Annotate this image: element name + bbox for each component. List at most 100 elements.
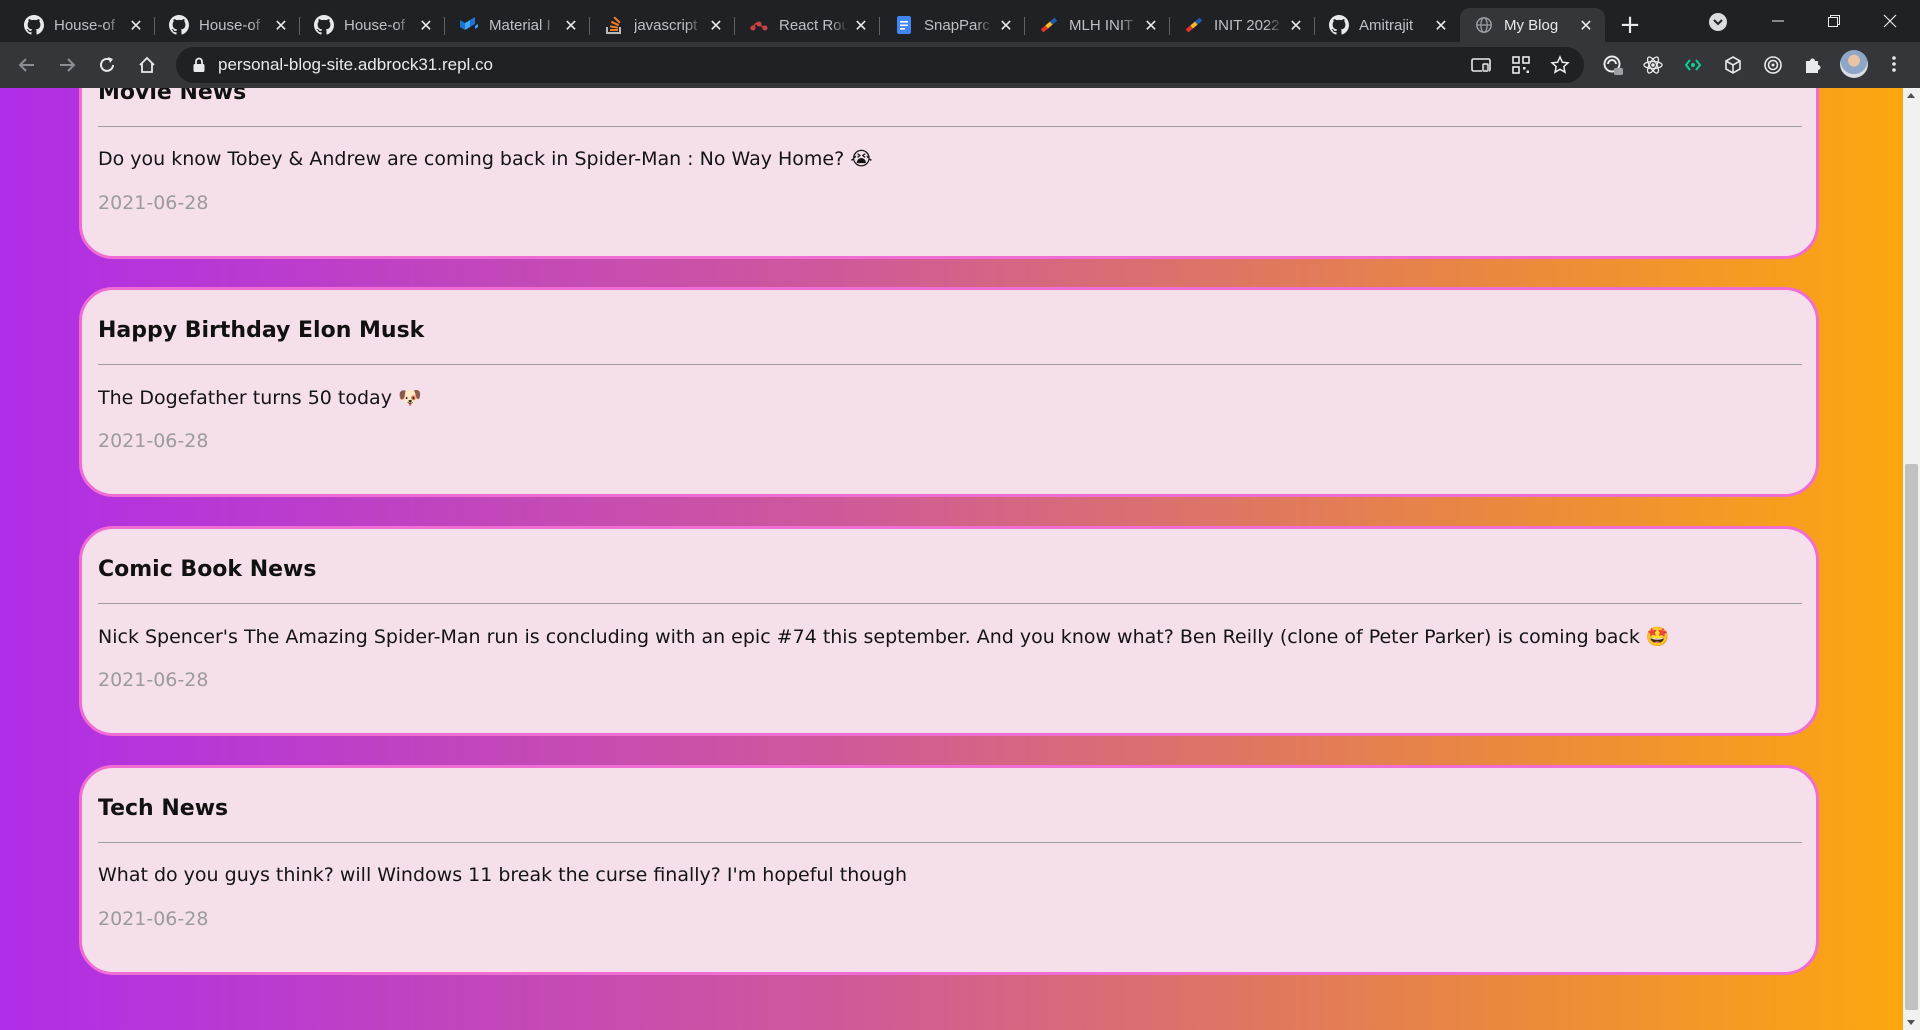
- tab-github-1[interactable]: House-of ✕: [10, 8, 155, 42]
- tab-title: Amitrajit: [1359, 16, 1414, 34]
- tab-stackoverflow[interactable]: javascript ✕: [590, 8, 735, 42]
- post-card: Movie News Do you know Tobey & Andrew ar…: [79, 88, 1819, 259]
- react-devtools-icon[interactable]: [1641, 53, 1665, 77]
- close-window-button[interactable]: [1862, 0, 1918, 42]
- bookmark-star-icon[interactable]: [1549, 54, 1571, 76]
- puzzle-icon[interactable]: [1801, 53, 1825, 77]
- browser-toolbar: personal-blog-site.adbrock31.repl.co: [0, 42, 1920, 88]
- kebab-menu-icon: [1892, 56, 1896, 72]
- extension-icon[interactable]: [1601, 53, 1625, 77]
- qr-code-icon[interactable]: [1510, 54, 1532, 76]
- globe-icon: [1474, 15, 1494, 35]
- tab-close-icon[interactable]: ✕: [1142, 16, 1160, 35]
- lock-icon[interactable]: [190, 56, 208, 74]
- post-body: What do you guys think? will Windows 11 …: [98, 864, 908, 886]
- post-card: Tech News What do you guys think? will W…: [79, 765, 1819, 975]
- tab-title: Material I: [489, 16, 551, 34]
- google-docs-icon: [894, 15, 914, 35]
- tab-title: House-of: [54, 16, 115, 34]
- post-date: 2021-06-28: [98, 192, 209, 214]
- profile-avatar[interactable]: [1840, 50, 1868, 78]
- github-icon: [1329, 15, 1349, 35]
- post-title: Comic Book News: [98, 557, 317, 582]
- forward-button[interactable]: [52, 50, 82, 80]
- url-text[interactable]: personal-blog-site.adbrock31.repl.co: [218, 55, 493, 75]
- post-card: Comic Book News Nick Spencer's The Amazi…: [79, 526, 1819, 736]
- tab-title: INIT 2022: [1214, 16, 1280, 34]
- tab-close-icon[interactable]: ✕: [997, 16, 1015, 35]
- address-bar[interactable]: personal-blog-site.adbrock31.repl.co: [176, 47, 1584, 83]
- tab-close-icon[interactable]: ✕: [272, 16, 290, 35]
- post-date: 2021-06-28: [98, 908, 209, 930]
- page-viewport: Movie News Do you know Tobey & Andrew ar…: [0, 88, 1903, 1030]
- post-divider: [98, 126, 1802, 127]
- target-icon[interactable]: [1761, 53, 1785, 77]
- github-icon: [169, 15, 189, 35]
- chevron-down-icon: [1709, 13, 1727, 31]
- minimize-button[interactable]: [1750, 0, 1806, 42]
- tab-title: My Blog: [1504, 16, 1559, 34]
- tab-close-icon[interactable]: ✕: [562, 16, 580, 35]
- tab-list: House-of ✕ House-of ✕ House-of ✕ Materia…: [0, 0, 1647, 42]
- tab-title: House-of: [344, 16, 405, 34]
- reload-icon: [100, 57, 114, 72]
- restore-button[interactable]: [1806, 0, 1862, 42]
- mlh-icon: [1039, 15, 1059, 35]
- tab-close-icon[interactable]: ✕: [707, 16, 725, 35]
- cast-icon[interactable]: [1470, 54, 1492, 76]
- material-ui-icon: [459, 15, 479, 35]
- tab-google-docs[interactable]: SnapParc ✕: [880, 8, 1025, 42]
- close-icon: [1883, 14, 1897, 28]
- browser-menu-button[interactable]: [1882, 52, 1906, 76]
- new-tab-button[interactable]: +: [1613, 8, 1647, 42]
- scroll-down-arrow-icon[interactable]: [1907, 1020, 1915, 1025]
- page-scrollbar[interactable]: [1903, 88, 1920, 1030]
- tab-my-blog[interactable]: My Blog ✕: [1460, 8, 1605, 42]
- back-button[interactable]: [12, 50, 42, 80]
- tab-material-ui[interactable]: Material I ✕: [445, 8, 590, 42]
- github-icon: [24, 15, 44, 35]
- tab-close-icon[interactable]: ✕: [1432, 16, 1450, 35]
- restore-icon: [1828, 15, 1840, 27]
- tab-title: MLH INIT: [1069, 16, 1134, 34]
- post-divider: [98, 364, 1802, 365]
- tab-github-amitrajit[interactable]: Amitrajit ✕: [1315, 8, 1460, 42]
- post-card: Happy Birthday Elon Musk The Dogefather …: [79, 287, 1819, 497]
- tab-close-icon[interactable]: ✕: [1577, 16, 1595, 35]
- react-router-icon: [749, 15, 769, 35]
- post-body: The Dogefather turns 50 today 🐶: [98, 387, 422, 409]
- cube-icon[interactable]: [1721, 53, 1745, 77]
- tab-close-icon[interactable]: ✕: [127, 16, 145, 35]
- home-icon: [139, 56, 155, 73]
- post-title: Movie News: [98, 88, 247, 105]
- code-extension-icon[interactable]: [1681, 53, 1705, 77]
- tab-github-3[interactable]: House-of ✕: [300, 8, 445, 42]
- scroll-up-arrow-icon[interactable]: [1907, 93, 1915, 98]
- mlh-icon: [1184, 15, 1204, 35]
- tab-title: React Rou: [779, 16, 848, 34]
- post-divider: [98, 603, 1802, 604]
- tab-search-button[interactable]: [1706, 10, 1730, 34]
- post-body: Do you know Tobey & Andrew are coming ba…: [98, 148, 873, 170]
- post-divider: [98, 842, 1802, 843]
- tab-title: House-of: [199, 16, 260, 34]
- post-title: Happy Birthday Elon Musk: [98, 318, 425, 343]
- tab-init-2022[interactable]: INIT 2022 ✕: [1170, 8, 1315, 42]
- tab-close-icon[interactable]: ✕: [1287, 16, 1305, 35]
- post-title: Tech News: [98, 796, 229, 821]
- tab-close-icon[interactable]: ✕: [417, 16, 435, 35]
- minimize-icon: [1772, 20, 1784, 22]
- arrow-right-icon: [60, 58, 76, 72]
- tab-mlh-init[interactable]: MLH INIT ✕: [1025, 8, 1170, 42]
- scrollbar-thumb[interactable]: [1905, 464, 1918, 1010]
- tab-close-icon[interactable]: ✕: [852, 16, 870, 35]
- home-button[interactable]: [132, 50, 162, 80]
- reload-button[interactable]: [92, 50, 122, 80]
- tab-github-2[interactable]: House-of ✕: [155, 8, 300, 42]
- tab-react-router[interactable]: React Rou ✕: [735, 8, 880, 42]
- post-body: Nick Spencer's The Amazing Spider-Man ru…: [98, 626, 1670, 648]
- post-date: 2021-06-28: [98, 430, 209, 452]
- post-date: 2021-06-28: [98, 669, 209, 691]
- github-icon: [314, 15, 334, 35]
- arrow-left-icon: [18, 58, 34, 72]
